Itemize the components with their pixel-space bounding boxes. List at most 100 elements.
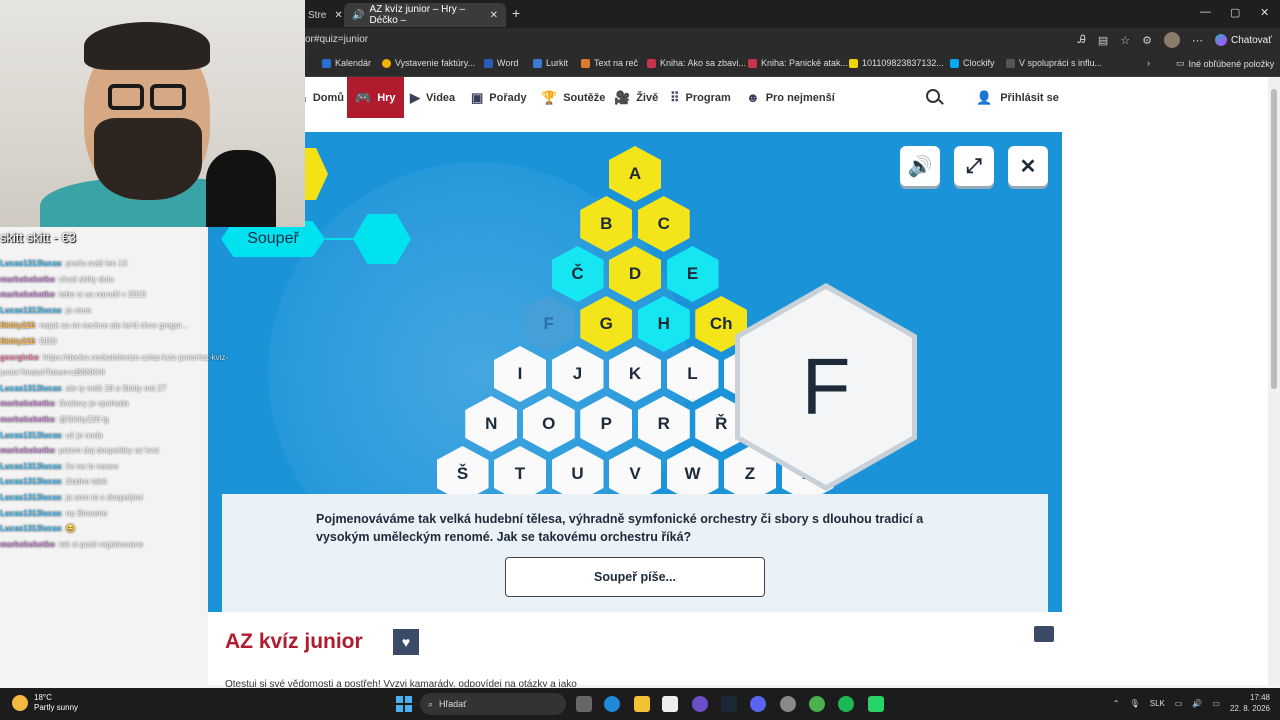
- chat-text: : žiadne taká: [61, 477, 107, 487]
- discord-icon[interactable]: [750, 696, 766, 712]
- glasses-lens: [150, 84, 186, 110]
- nav-label: Domů: [312, 91, 345, 104]
- copilot-button[interactable]: Chatovať: [1215, 34, 1272, 46]
- extensions-icon[interactable]: ⚙: [1142, 34, 1152, 47]
- tab-close-icon[interactable]: ✕: [334, 10, 342, 21]
- close-icon[interactable]: ✕: [1008, 146, 1048, 186]
- steam-icon[interactable]: [721, 696, 737, 712]
- notepad-icon[interactable]: [662, 696, 678, 712]
- app-icon[interactable]: [692, 696, 708, 712]
- url-field[interactable]: or#quiz=junior: [305, 34, 368, 45]
- letter-hex[interactable]: E: [666, 246, 719, 302]
- bookmark-label: Word: [497, 58, 519, 68]
- bookmark-word[interactable]: Word: [484, 58, 518, 68]
- nav-home[interactable]: ⌂Domů: [299, 77, 344, 118]
- nav-contests[interactable]: 🏆 Soutěže: [541, 77, 605, 118]
- nav-games[interactable]: 🎮 Hry: [347, 77, 404, 118]
- taskbar-search[interactable]: ⌕ Hľadať: [420, 693, 566, 715]
- nav-videos[interactable]: ▶ Videa: [410, 77, 455, 118]
- weather-widget[interactable]: 18°C Partly sunny: [12, 693, 78, 713]
- page-scrollbar[interactable]: [1268, 77, 1280, 685]
- chat-username: Skitty226: [0, 336, 36, 346]
- chat-message: markokokotko: tak si pusti registrovane: [0, 537, 300, 553]
- chat-username: Lucas1313lucas: [0, 461, 62, 471]
- sound-icon[interactable]: 🔊: [900, 146, 940, 186]
- other-bookmarks-label: Iné obľúbené položky: [1188, 58, 1275, 69]
- answer-field[interactable]: Soupeř píše...: [505, 557, 765, 597]
- more-icon[interactable]: ⋯: [1192, 34, 1203, 47]
- comment-icon[interactable]: [1034, 626, 1054, 642]
- volume-icon[interactable]: 🔊: [1192, 699, 1202, 708]
- reader-icon[interactable]: ▤: [1098, 34, 1108, 47]
- spotify-icon[interactable]: [838, 696, 854, 712]
- nav-label: Hry: [377, 91, 396, 104]
- file-explorer-icon[interactable]: [634, 696, 650, 712]
- chat-text: : na Streame: [61, 508, 108, 518]
- whatsapp-icon[interactable]: [868, 696, 884, 712]
- chat-text: : čo na to nesee: [61, 461, 119, 471]
- chat-message: markokokotko: tebe si sa narodil v 2013: [0, 287, 300, 303]
- maximize-icon[interactable]: ▢: [1230, 6, 1240, 19]
- nav-live[interactable]: 🎥 Živě: [614, 77, 658, 118]
- bookmark-book2[interactable]: Kniha: Panické atak...: [748, 58, 848, 68]
- chat-username: markokokotko: [0, 399, 55, 409]
- chat-text: : https://decko.ceskatelevize.cz/az-kviz…: [38, 352, 229, 362]
- bookmark-invoice[interactable]: Vystavenie faktúry...: [382, 58, 475, 68]
- chat-message: Skitty226: nejak sa mi nechce ale ke'd c…: [0, 318, 300, 334]
- bookmark-label: Kniha: Panické atak...: [761, 58, 849, 68]
- search-icon[interactable]: [926, 89, 940, 103]
- bookmark-influ[interactable]: V spolupráci s influ...: [1006, 58, 1102, 68]
- translate-icon[interactable]: Ꭿ: [1078, 34, 1086, 47]
- edge-icon[interactable]: [604, 696, 620, 712]
- tab-close-icon[interactable]: ✕: [490, 10, 498, 21]
- chat-message: Lucas1313lucas: už je noda: [0, 428, 300, 444]
- letter-hex[interactable]: C: [637, 196, 690, 252]
- chat-username: Lucas1313lucas: [0, 259, 62, 268]
- xbox-icon[interactable]: [809, 696, 825, 712]
- battery-icon[interactable]: ▭: [1212, 699, 1220, 708]
- new-tab-icon[interactable]: +: [512, 5, 520, 21]
- nav-program[interactable]: ⠿ Program: [670, 77, 731, 118]
- profile-avatar[interactable]: [1164, 32, 1180, 48]
- bookmark-clockify[interactable]: Clockify: [950, 58, 995, 68]
- chevron-right-icon[interactable]: ›: [1147, 58, 1150, 68]
- windows-start-icon[interactable]: [396, 696, 412, 712]
- chat-text: : ale ty máš 18 a Skitty má 27: [61, 383, 167, 393]
- scrollbar-thumb[interactable]: [1271, 89, 1277, 389]
- other-bookmarks[interactable]: ▭ Iné obľúbené položky: [1176, 58, 1274, 69]
- bookmark-label: Kniha: Ako sa zbavi...: [660, 58, 747, 68]
- login-button[interactable]: 👤 Přihlásit se: [976, 77, 1059, 118]
- chat-text: : chod sklity dolu: [54, 274, 114, 284]
- bookmark-doc[interactable]: 101109823837132...: [849, 58, 944, 68]
- network-icon[interactable]: ▭: [1175, 699, 1183, 708]
- obs-icon[interactable]: [780, 696, 796, 712]
- chat-text: : ja viem: [61, 305, 92, 315]
- fullscreen-icon[interactable]: ⤢: [954, 146, 994, 186]
- page-intro: Otestuj si své vědomosti a postřeh! Vyzv…: [225, 679, 577, 687]
- language-indicator[interactable]: SLK: [1150, 699, 1165, 708]
- chat-message: Lucas1313lucas: ja viem: [0, 303, 300, 319]
- nav-kids[interactable]: ☻ Pro nejmenší: [746, 77, 835, 118]
- chat-username: markokokotko: [0, 539, 55, 549]
- mic-icon[interactable]: 🎙: [1130, 699, 1140, 708]
- bookmark-tts[interactable]: Text na reč: [581, 58, 638, 68]
- chat-message: Lucas1313lucas: čo na to nesee: [0, 459, 300, 475]
- speaker-icon[interactable]: 🔊: [352, 10, 364, 21]
- favorite-star-icon[interactable]: ☆: [1120, 34, 1130, 47]
- chat-username: Lucas1313lucas: [0, 477, 62, 487]
- chevron-up-icon[interactable]: ⌃: [1113, 699, 1120, 708]
- sun-icon: [12, 695, 28, 711]
- bookmark-lurkit[interactable]: Lurkit: [533, 58, 568, 68]
- clock[interactable]: 17:48 22. 8. 2026: [1230, 692, 1270, 714]
- window-close-icon[interactable]: ✕: [1260, 6, 1269, 19]
- letter-hex[interactable]: A: [609, 146, 661, 202]
- nav-shows[interactable]: ▣ Pořady: [471, 77, 527, 118]
- bookmark-calendar[interactable]: Kalendár: [322, 58, 371, 68]
- heart-icon[interactable]: ♥: [393, 629, 419, 655]
- browser-tab-active[interactable]: 🔊 AZ kvíz junior – Hry – Déčko – ✕: [344, 3, 506, 27]
- bookmark-label: Vystavenie faktúry...: [395, 58, 476, 68]
- chat-username: markokokotko: [0, 274, 55, 284]
- minimize-icon[interactable]: —: [1200, 6, 1211, 18]
- task-view-icon[interactable]: [576, 696, 592, 712]
- bookmark-book1[interactable]: Kniha: Ako sa zbavi...: [647, 58, 746, 68]
